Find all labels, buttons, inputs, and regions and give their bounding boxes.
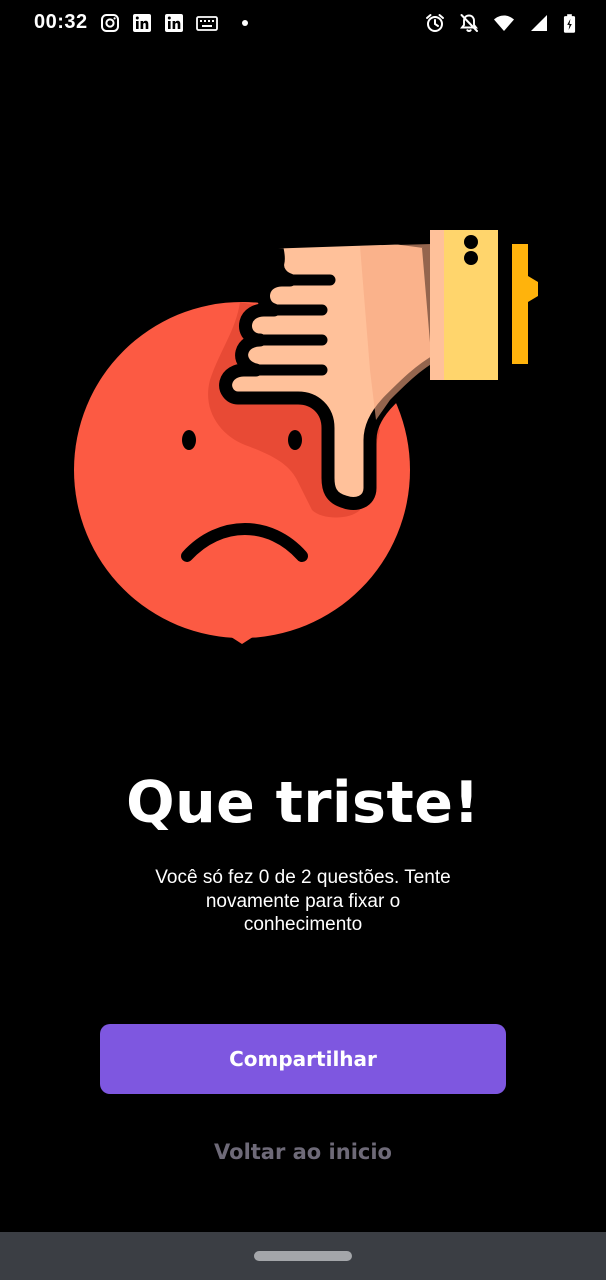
cuff — [430, 230, 538, 380]
status-bar: 00:32 — [0, 0, 606, 46]
wifi-icon — [494, 15, 514, 31]
back-to-home-link[interactable]: Voltar ao inicio — [0, 1140, 606, 1164]
cuff-accent — [512, 244, 528, 364]
battery-charging-icon — [563, 13, 576, 33]
status-system-icons — [425, 12, 576, 34]
status-time: 00:32 — [34, 11, 88, 33]
result-title: Que triste! — [126, 770, 480, 836]
keyboard-icon — [196, 16, 218, 31]
navigation-bar — [0, 1232, 606, 1280]
signal-icon — [531, 15, 547, 31]
share-button[interactable]: Compartilhar — [100, 1024, 506, 1094]
notifications-off-icon — [460, 14, 478, 32]
right-eye — [288, 430, 302, 450]
alarm-icon — [426, 14, 444, 32]
status-notification-icons — [100, 12, 248, 34]
sad-face-thumbs-down-icon — [74, 230, 538, 644]
cuff-button — [464, 251, 478, 265]
home-gesture-handle[interactable] — [254, 1251, 352, 1261]
result-message: Você só fez 0 de 2 questões. Tente novam… — [155, 867, 451, 935]
linkedin-icon — [165, 14, 183, 32]
dot-icon — [242, 20, 248, 26]
linkedin-icon — [133, 14, 151, 32]
left-eye — [182, 430, 196, 450]
cuff-button — [464, 235, 478, 249]
instagram-icon — [101, 14, 119, 32]
